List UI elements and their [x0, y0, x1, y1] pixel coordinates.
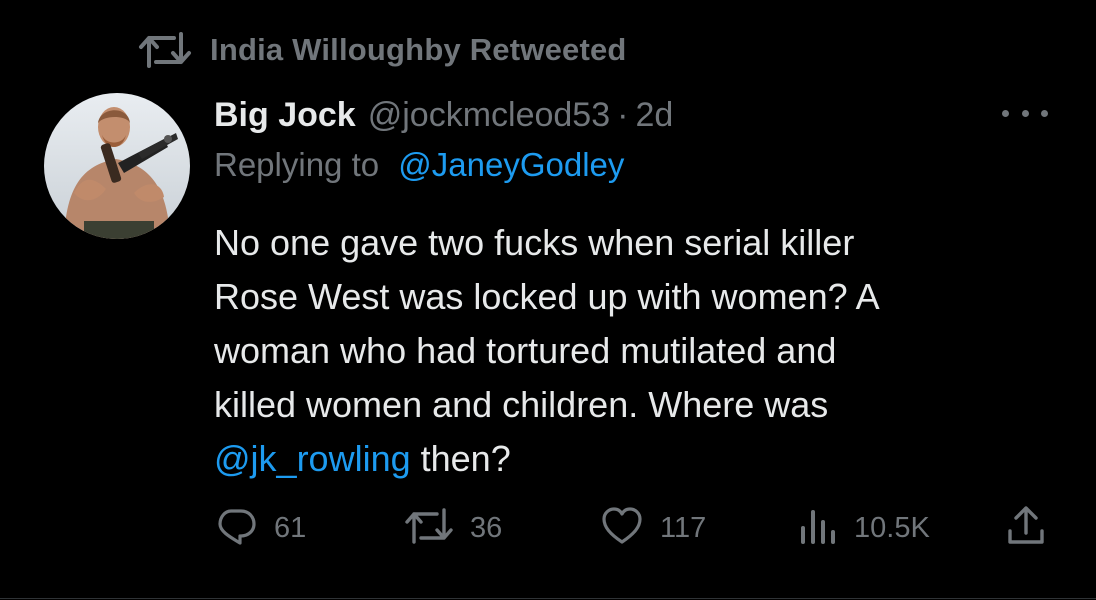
avatar-image — [44, 93, 190, 239]
views-button[interactable]: 10.5K — [798, 506, 930, 550]
body-mention-link[interactable]: @jk_rowling — [214, 438, 411, 479]
author-name[interactable]: Big Jock — [214, 96, 356, 135]
reply-icon — [214, 504, 258, 553]
reply-count: 61 — [274, 511, 307, 544]
retweet-banner[interactable]: India Willoughby Retweeted — [138, 30, 627, 70]
tweet-text-line: killed women and children. Where was — [214, 384, 829, 425]
retweet-icon — [138, 30, 192, 70]
retweet-count: 36 — [470, 511, 503, 544]
views-count: 10.5K — [854, 511, 930, 544]
more-options-button[interactable] — [1002, 100, 1048, 126]
retweet-button[interactable]: 36 — [404, 506, 502, 550]
like-button[interactable]: 117 — [600, 506, 706, 550]
separator-dot: · — [617, 95, 629, 134]
tweet-text-tail: then? — [410, 438, 511, 479]
analytics-icon — [798, 504, 838, 553]
author-handle[interactable]: @jockmcleod53 — [368, 96, 610, 135]
tweet-actions: 61 36 117 10.5K — [0, 504, 1096, 553]
reply-mention-link[interactable]: @JaneyGodley — [398, 146, 624, 183]
avatar[interactable] — [44, 93, 190, 239]
retweet-icon — [404, 504, 454, 553]
replying-to: Replying to @JaneyGodley — [214, 146, 624, 184]
like-count: 117 — [660, 511, 707, 544]
heart-icon — [600, 504, 644, 553]
share-icon — [1004, 504, 1048, 553]
replying-to-label: Replying to — [214, 146, 380, 183]
reply-button[interactable]: 61 — [214, 506, 306, 550]
tweet-header: Big Jock @jockmcleod53 · 2d — [214, 92, 673, 138]
more-icon — [1002, 109, 1009, 117]
tweet-text-line: No one gave two fucks when serial killer — [214, 222, 855, 263]
tweet-text-line: woman who had tortured mutilated and — [214, 330, 837, 371]
tweet-text-line: Rose West was locked up with women? A — [214, 276, 880, 317]
share-button[interactable] — [1004, 504, 1048, 553]
tweet-text-line: @jk_rowling then? — [214, 432, 1054, 486]
tweet-timestamp[interactable]: 2d — [635, 96, 673, 135]
retweet-banner-text: India Willoughby Retweeted — [210, 32, 627, 67]
bottom-divider — [0, 598, 1096, 599]
tweet-text: No one gave two fucks when serial killer… — [214, 216, 1054, 486]
